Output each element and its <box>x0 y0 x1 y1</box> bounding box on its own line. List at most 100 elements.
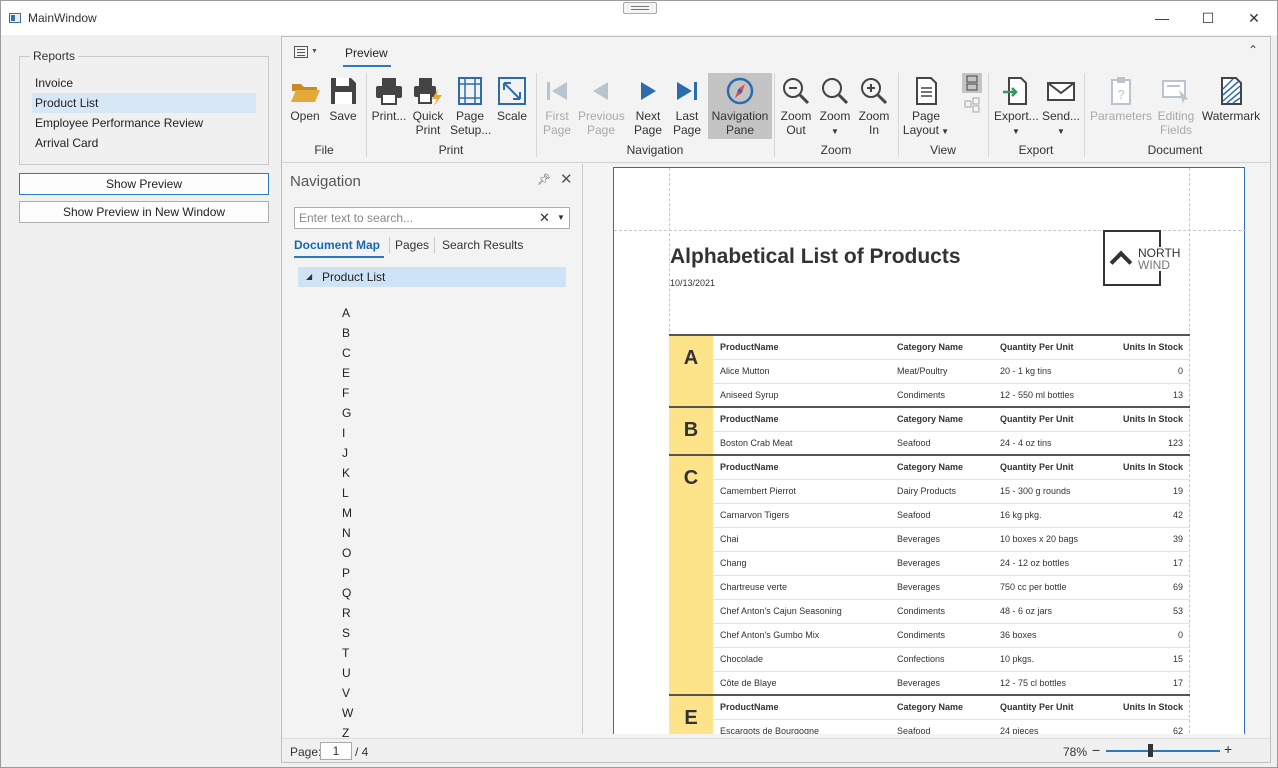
page-layout-button[interactable]: Page Layout ▼ <box>902 73 950 139</box>
chevron-down-icon: ▼ <box>1012 127 1020 136</box>
zoom-out-button[interactable]: Zoom Out <box>778 73 814 139</box>
report-item-employee-performance-review[interactable]: Employee Performance Review <box>32 113 256 133</box>
page-setup-button[interactable]: Page Setup... <box>450 73 492 139</box>
close-button[interactable]: ✕ <box>1231 5 1277 31</box>
minimize-button[interactable]: — <box>1139 5 1185 31</box>
chevron-down-icon[interactable]: ▼ <box>557 213 565 222</box>
tree-node-letter[interactable]: W <box>342 706 353 720</box>
zoom-plus-button[interactable]: + <box>1224 741 1232 757</box>
table-cell: 42 <box>1172 510 1183 520</box>
navigation-pane-label-2: Pane <box>725 123 755 137</box>
tree-node-letter[interactable]: E <box>342 366 350 380</box>
report-item-arrival-card[interactable]: Arrival Card <box>32 133 256 153</box>
envelope-icon <box>1045 75 1077 107</box>
multi-page-view-icon <box>964 97 980 113</box>
table-cell: Seafood <box>897 438 931 448</box>
app-menu-caret-icon[interactable]: ▼ <box>311 48 318 55</box>
report-item-invoice[interactable]: Invoice <box>32 73 256 93</box>
table-cell: Côte de Blaye <box>720 678 777 688</box>
zoom-minus-button[interactable]: − <box>1092 742 1100 758</box>
watermark-button[interactable]: Watermark <box>1200 73 1262 139</box>
zoom-slider-thumb[interactable] <box>1148 744 1153 757</box>
pin-icon[interactable]: 📌︎ <box>537 173 551 186</box>
table-cell: 123 <box>1167 438 1183 448</box>
tree-node-letter[interactable]: G <box>342 406 351 420</box>
export-button-label: Export... <box>994 109 1039 123</box>
tree-node-letter[interactable]: C <box>342 346 351 360</box>
tree-node-letter[interactable]: V <box>342 686 350 700</box>
tree-node-letter[interactable]: L <box>342 486 349 500</box>
page-total: / 4 <box>355 745 369 759</box>
tree-node-letter[interactable]: J <box>342 446 348 460</box>
table-cell: 0 <box>1177 630 1183 640</box>
tab-preview[interactable]: Preview <box>345 46 388 60</box>
open-button[interactable]: Open <box>287 73 323 139</box>
page-setup-label-2: Setup... <box>450 123 492 137</box>
page-number-input[interactable]: 1 <box>320 742 352 760</box>
clear-search-icon[interactable]: ✕ <box>539 210 550 226</box>
tree-node-letter[interactable]: N <box>342 526 351 540</box>
previous-page-button[interactable]: Previous Page <box>578 73 625 139</box>
close-pane-icon[interactable]: ✕ <box>560 170 573 188</box>
table-cell: Alice Mutton <box>720 366 770 376</box>
export-button[interactable]: Export... ▼ <box>994 73 1039 139</box>
tree-node-letter[interactable]: P <box>342 566 350 580</box>
quick-print-button[interactable]: Quick Print <box>410 73 446 139</box>
scale-button[interactable]: Scale <box>494 73 530 139</box>
table-cell: Chartreuse verte <box>720 582 788 592</box>
tree-node-letter[interactable]: A <box>342 306 350 320</box>
tree-node-letter[interactable]: B <box>342 326 350 340</box>
tree-node-product-list[interactable]: ◢ Product List <box>298 267 566 287</box>
table-cell: 13 <box>1172 390 1183 400</box>
send-button[interactable]: Send... ▼ <box>1041 73 1081 139</box>
tab-document-map-underline <box>294 256 384 258</box>
tree-node-letter[interactable]: S <box>342 626 350 640</box>
zoom-dropdown-button[interactable]: Zoom ▼ <box>817 73 853 139</box>
tree-node-letter[interactable]: O <box>342 546 351 560</box>
expand-triangle-icon[interactable]: ◢ <box>306 272 312 281</box>
zoom-out-icon <box>780 75 812 107</box>
tab-pages[interactable]: Pages <box>395 238 429 252</box>
tree-node-letter[interactable]: M <box>342 506 352 520</box>
title-bar: MainWindow — ☐ ✕ <box>1 1 1277 35</box>
show-preview-new-window-button[interactable]: Show Preview in New Window <box>19 201 269 223</box>
tab-search-results[interactable]: Search Results <box>442 238 523 252</box>
editing-fields-button[interactable]: Editing Fields <box>1154 73 1198 139</box>
tree-node-letter[interactable]: K <box>342 466 350 480</box>
report-item-product-list[interactable]: Product List <box>32 93 256 113</box>
parameters-button[interactable]: ? Parameters <box>1089 73 1153 139</box>
navigation-search-input[interactable] <box>299 210 529 226</box>
maximize-button[interactable]: ☐ <box>1185 5 1231 31</box>
print-button[interactable]: Print... <box>371 73 407 139</box>
tree-node-letter[interactable]: R <box>342 606 351 620</box>
section-letter-band <box>669 456 713 695</box>
next-page-button[interactable]: Next Page <box>630 73 666 139</box>
single-page-view-button[interactable] <box>962 73 982 93</box>
clipboard-icon: ? <box>1105 75 1137 107</box>
app-menu-icon[interactable] <box>294 46 308 58</box>
zoom-in-button[interactable]: Zoom In <box>856 73 892 139</box>
navigation-pane-button[interactable]: Navigation Pane <box>708 73 772 139</box>
ribbon-collapse-icon[interactable]: ⌃ <box>1248 43 1258 57</box>
show-preview-button[interactable]: Show Preview <box>19 173 269 195</box>
tab-document-map[interactable]: Document Map <box>294 238 380 252</box>
row-divider <box>713 479 1190 480</box>
window-grip-handle[interactable] <box>623 2 657 14</box>
tree-node-letter[interactable]: T <box>342 646 349 660</box>
zoom-slider-track[interactable] <box>1106 750 1220 752</box>
first-page-button[interactable]: First Page <box>539 73 575 139</box>
tree-node-letter[interactable]: F <box>342 386 349 400</box>
table-header-cell: Quantity Per Unit <box>1000 462 1074 472</box>
tab-separator <box>389 237 390 253</box>
multi-page-view-button[interactable] <box>962 95 982 115</box>
page-margin-right <box>1189 168 1190 734</box>
tab-separator <box>434 237 435 253</box>
group-label-document: Document <box>1147 143 1203 157</box>
table-header-cell: Units In Stock <box>1122 702 1183 712</box>
tree-node-letter[interactable]: Q <box>342 586 351 600</box>
tree-node-letter[interactable]: I <box>342 426 345 440</box>
row-divider <box>713 431 1190 432</box>
save-button[interactable]: Save <box>326 73 360 139</box>
last-page-button[interactable]: Last Page <box>669 73 705 139</box>
tree-node-letter[interactable]: U <box>342 666 351 680</box>
